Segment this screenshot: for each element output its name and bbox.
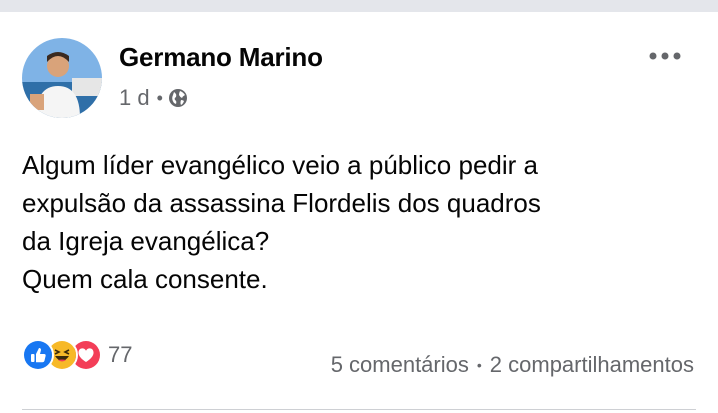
meta-separator: •	[156, 87, 163, 108]
post-card: Germano Marino 1 d • Algum líder evangél…	[0, 12, 718, 413]
avatar[interactable]	[22, 38, 102, 118]
stats-separator: •	[476, 357, 482, 373]
more-options-icon[interactable]	[646, 48, 686, 64]
reaction-count: 77	[108, 342, 133, 367]
like-icon	[22, 339, 54, 371]
shares-count-link[interactable]: 2 compartilhamentos	[490, 352, 694, 378]
post-meta: 1 d •	[119, 85, 188, 111]
post-text: Algum líder evangélico veio a público pe…	[22, 150, 541, 294]
post-stats: 5 comentários • 2 compartilhamentos	[331, 352, 694, 378]
post-timestamp[interactable]: 1 d	[119, 85, 150, 111]
feed-separator	[0, 0, 718, 12]
comments-count-link[interactable]: 5 comentários	[331, 352, 469, 378]
author-name[interactable]: Germano Marino	[119, 42, 323, 73]
globe-icon[interactable]	[168, 88, 188, 108]
reactions-summary[interactable]: 77	[22, 339, 132, 371]
divider	[22, 409, 696, 410]
